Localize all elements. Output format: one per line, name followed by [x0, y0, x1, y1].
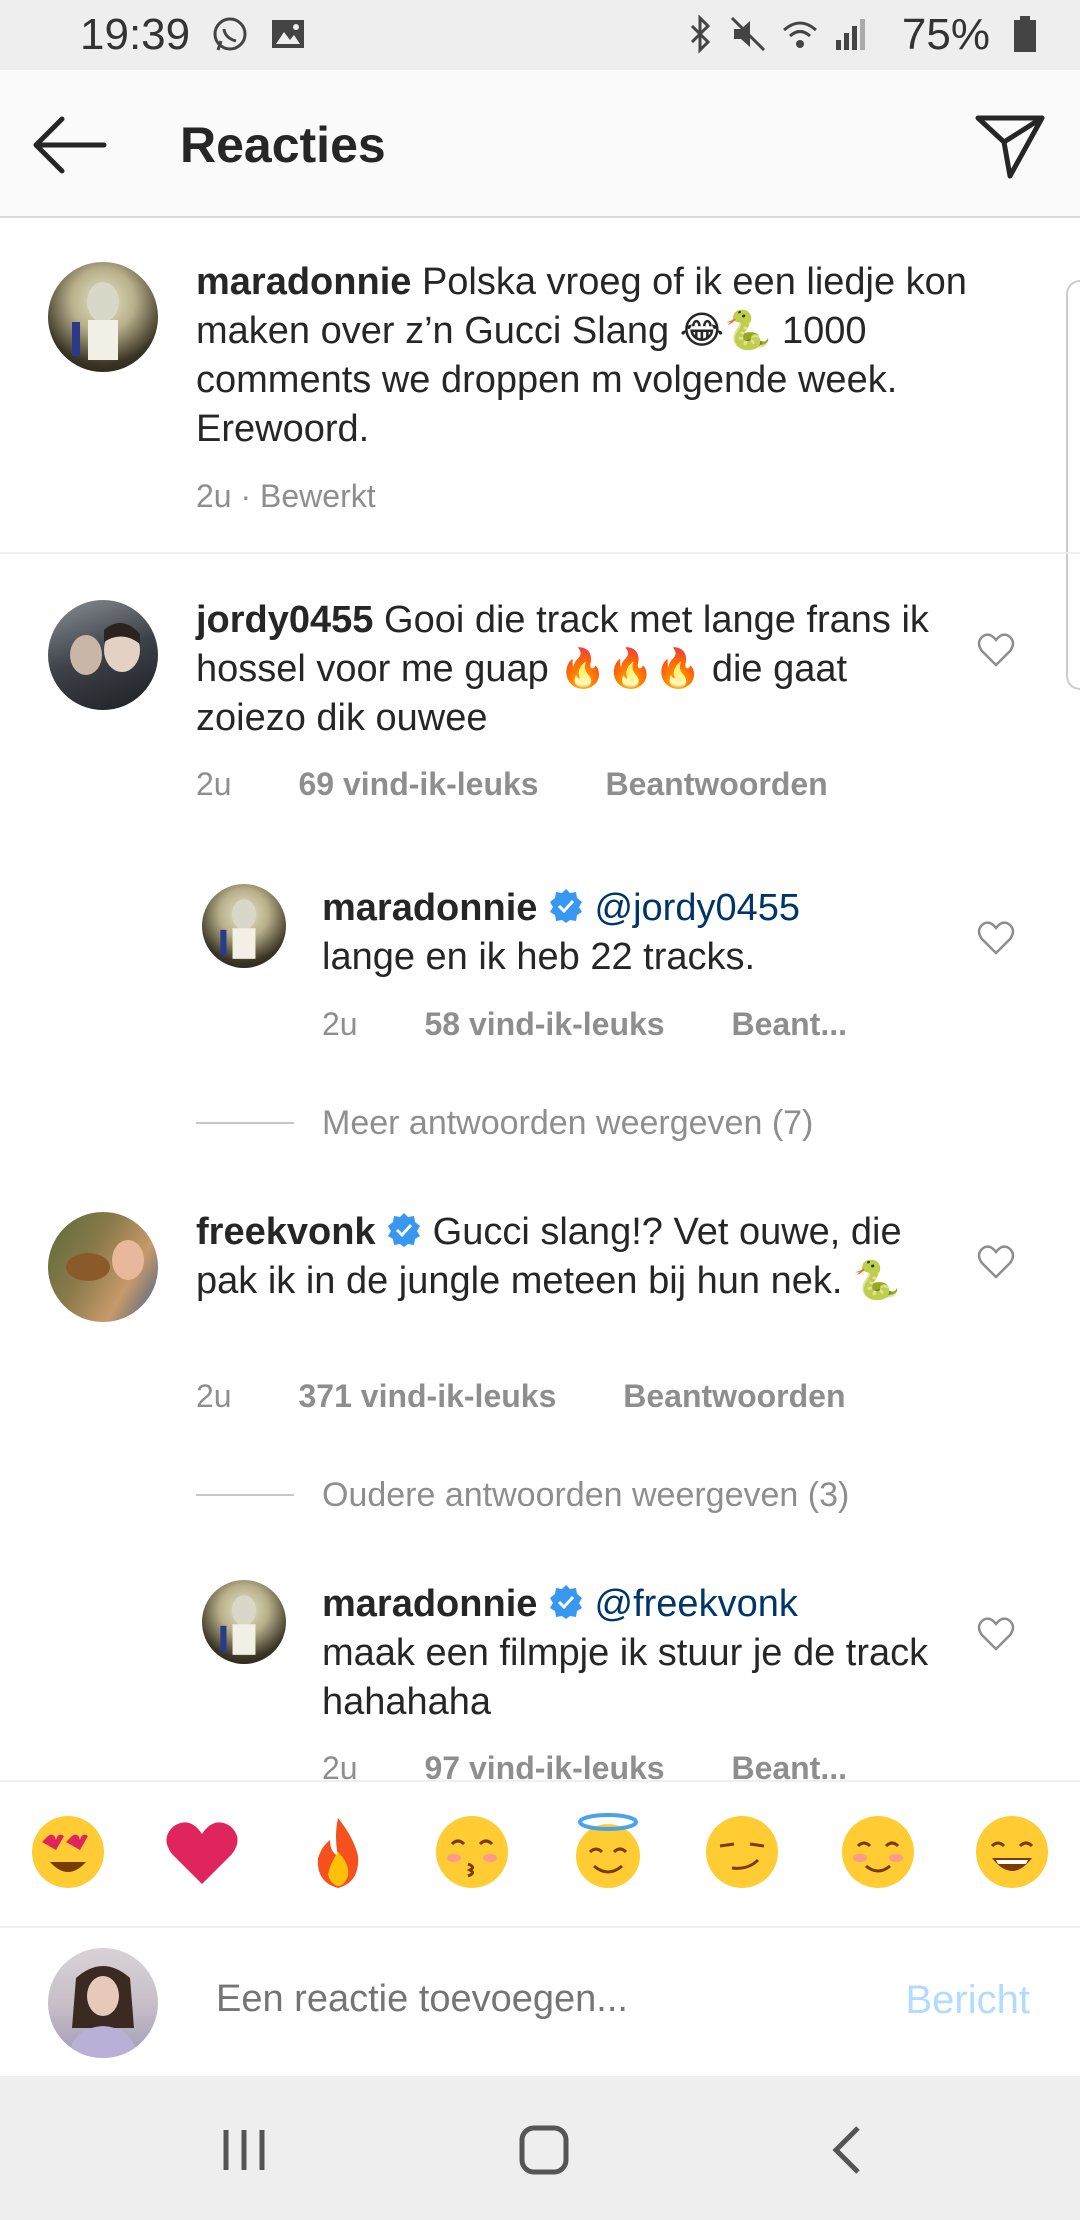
comment-likes[interactable]: 69 vind-ik-leuks	[298, 766, 538, 803]
reply-button[interactable]: Beant...	[731, 1006, 847, 1043]
avatar-freekvonk[interactable]	[48, 1212, 158, 1322]
scroll-indicator[interactable]	[1066, 280, 1080, 690]
app-header: Reacties	[0, 70, 1080, 218]
back-arrow-icon[interactable]	[30, 110, 110, 180]
post-button[interactable]: Bericht	[906, 1978, 1031, 2023]
page-title: Reacties	[180, 117, 386, 173]
avatar-jordy0455[interactable]	[48, 600, 158, 710]
current-user-avatar[interactable]	[48, 1948, 158, 2058]
comment-username[interactable]: jordy0455	[196, 599, 373, 641]
reply-text: maradonnie @freekvonk maak een filmpje i…	[322, 1580, 962, 1727]
comment-composer: Bericht	[0, 1926, 1080, 2076]
reply-body: lange en ik heb 22 tracks.	[322, 936, 756, 978]
bluetooth-icon	[690, 14, 711, 54]
comment-text: freekvonk Gucci slang!? Vet ouwe, die pa…	[196, 1208, 956, 1306]
comment-input[interactable]	[216, 1978, 856, 2021]
like-heart-icon[interactable]	[976, 1614, 1016, 1654]
avatar-maradonnie[interactable]	[202, 1580, 286, 1664]
reply-text: maradonnie @jordy0455 lange en ik heb 22…	[322, 884, 962, 982]
recent-apps-icon[interactable]	[214, 2120, 274, 2180]
reply-meta: 2u 58 vind-ik-leuks Beant...	[322, 1006, 847, 1043]
avatar-maradonnie[interactable]	[202, 884, 286, 968]
comment-username[interactable]: freekvonk	[196, 1211, 376, 1253]
caption-text: maradonnie Polska vroeg of ik een liedje…	[196, 258, 986, 454]
kissing-face-emoji-icon[interactable]	[432, 1812, 512, 1892]
view-more-replies-button[interactable]: Meer antwoorden weergeven (7)	[322, 1104, 813, 1143]
like-heart-icon[interactable]	[976, 1242, 1016, 1282]
whatsapp-icon	[213, 17, 247, 51]
smirk-emoji-icon[interactable]	[702, 1812, 782, 1892]
quick-emoji-bar	[0, 1780, 1080, 1926]
status-time: 19:39	[80, 10, 191, 59]
status-bar: 19:39 75%	[0, 0, 1080, 70]
reply-body: maak een filmpje ik stuur je de track ha…	[322, 1632, 929, 1723]
comment-time: 2u	[196, 1378, 232, 1414]
halo-face-emoji-icon[interactable]	[568, 1812, 648, 1892]
reply-time: 2u	[322, 1006, 358, 1042]
battery-percent: 75%	[901, 10, 990, 59]
reply-username[interactable]: maradonnie	[322, 887, 537, 929]
caption-username[interactable]: maradonnie	[196, 261, 411, 303]
signal-icon	[836, 19, 865, 50]
caption-divider	[0, 552, 1080, 554]
verified-badge-icon	[388, 1213, 421, 1247]
home-icon[interactable]	[514, 2120, 574, 2180]
grinning-emoji-icon[interactable]	[972, 1812, 1052, 1892]
back-nav-icon[interactable]	[818, 2120, 878, 2180]
mute-icon	[730, 16, 766, 52]
reply-username[interactable]: maradonnie	[322, 1583, 537, 1625]
reply-button[interactable]: Beantwoorden	[605, 766, 827, 803]
reply-likes[interactable]: 58 vind-ik-leuks	[424, 1006, 664, 1043]
caption-meta: 2u · Bewerkt	[196, 478, 376, 514]
gallery-icon	[272, 20, 304, 48]
verified-badge-icon	[549, 1585, 582, 1619]
fire-emoji-icon[interactable]	[298, 1812, 378, 1892]
verified-badge-icon	[549, 889, 582, 923]
comment-time: 2u	[196, 766, 232, 802]
older-replies-line	[196, 1494, 294, 1496]
comment-text: jordy0455 Gooi die track met lange frans…	[196, 596, 956, 743]
wifi-icon	[783, 21, 817, 48]
comment-likes[interactable]: 371 vind-ik-leuks	[298, 1378, 556, 1415]
red-heart-emoji-icon[interactable]	[162, 1812, 242, 1892]
like-heart-icon[interactable]	[976, 630, 1016, 670]
system-nav-bar	[0, 2076, 1080, 2220]
battery-icon	[1014, 16, 1036, 52]
view-older-replies-button[interactable]: Oudere antwoorden weergeven (3)	[322, 1476, 849, 1515]
comment-meta: 2u 69 vind-ik-leuks Beantwoorden	[196, 766, 828, 803]
more-replies-line	[196, 1122, 294, 1124]
heart-eyes-emoji-icon[interactable]	[28, 1812, 108, 1892]
smiling-blush-emoji-icon[interactable]	[838, 1812, 918, 1892]
avatar-maradonnie[interactable]	[48, 262, 158, 372]
like-heart-icon[interactable]	[976, 918, 1016, 958]
reply-mention[interactable]: @freekvonk	[595, 1583, 798, 1625]
comment-meta: 2u 371 vind-ik-leuks Beantwoorden	[196, 1378, 846, 1415]
direct-send-icon[interactable]	[970, 104, 1050, 184]
reply-mention[interactable]: @jordy0455	[595, 887, 800, 929]
reply-button[interactable]: Beantwoorden	[623, 1378, 845, 1415]
